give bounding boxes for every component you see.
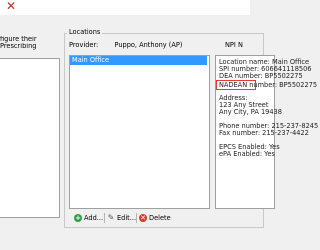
left-description-line2: Prescribing	[0, 43, 37, 50]
detail-fax: Fax number: 215-237-4422	[219, 129, 309, 137]
title-strip	[0, 0, 250, 15]
add-button[interactable]: + Add...	[74, 212, 103, 224]
provider-label: Provider:	[69, 41, 99, 49]
toolbar-separator	[104, 213, 105, 223]
edit-button[interactable]: ✎ Edit...	[107, 212, 136, 224]
detail-epa: ePA Enabled: Yes	[219, 150, 275, 158]
locations-list[interactable]	[69, 55, 210, 209]
detail-address-line2: Any City, PA 19438	[219, 108, 282, 116]
provider-row: Provider: Puppo, Anthony (AP)	[69, 41, 182, 50]
left-list-box[interactable]	[0, 58, 60, 218]
toolbar-separator	[136, 213, 137, 223]
locations-group-title: Locations	[67, 28, 103, 36]
delete-icon: ✕	[139, 214, 147, 222]
edit-button-label: Edit...	[117, 214, 137, 222]
pencil-icon: ✎	[107, 213, 115, 222]
add-button-label: Add...	[84, 214, 104, 222]
add-icon: +	[74, 214, 82, 222]
location-item-main-office[interactable]: Main Office	[70, 56, 207, 65]
close-icon[interactable]: ✕	[4, 0, 18, 13]
provider-name: Puppo, Anthony (AP)	[114, 41, 183, 49]
detail-dea-number: DEA number: BP5502275	[219, 72, 303, 80]
nadean-highlight-box	[216, 80, 256, 90]
delete-button[interactable]: ✕ Delete	[139, 212, 171, 224]
npi-label: NPI N	[225, 41, 243, 49]
delete-button-label: Delete	[149, 214, 171, 222]
